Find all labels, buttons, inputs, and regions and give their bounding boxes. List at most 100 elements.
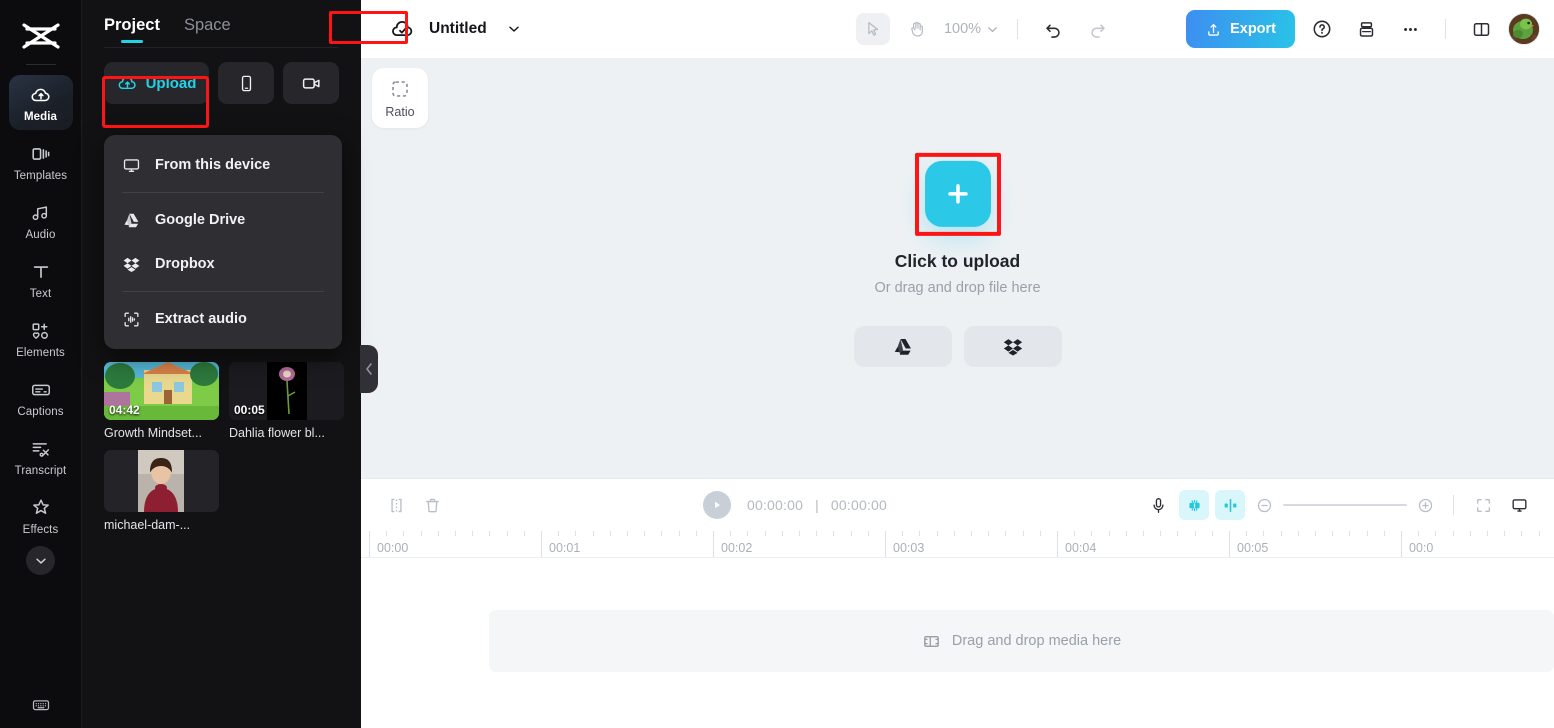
cloud-save-status[interactable] [385,13,419,45]
avatar[interactable] [1508,13,1540,45]
upload-from-phone-button[interactable] [218,62,274,104]
toolbar-divider [1445,19,1446,39]
ruler-minor-tick [695,531,697,536]
dropbox-button[interactable] [963,325,1062,367]
keyboard-shortcuts-button[interactable] [26,690,56,720]
sidebar-item-audio[interactable]: Audio [9,193,73,248]
sidebar-item-templates[interactable]: Templates [9,134,73,189]
delete-button[interactable] [417,490,447,520]
music-note-icon [32,206,47,221]
upload-title: Click to upload [894,250,1021,271]
media-item[interactable]: 00:05 Dahlia flower bl... [229,362,344,440]
dropdown-divider [122,291,324,292]
undo-icon [1045,24,1060,38]
timeline-divider [1453,495,1454,515]
ruler-major-tick [1229,531,1230,557]
current-time: 00:00:00 [746,497,804,513]
media-thumbnail: 00:05 [229,362,344,420]
media-item-label: Dahlia flower bl... [229,426,325,440]
sidebar-item-effects[interactable]: Effects [9,488,73,543]
sidebar-item-text[interactable]: Text [9,252,73,307]
timeline-dropzone-label: Drag and drop media here [951,633,1122,649]
ruler-minor-tick [1263,531,1265,536]
panel-toggle-button[interactable] [1464,13,1498,45]
ruler-minor-tick [1177,531,1179,536]
tab-space[interactable]: Space [184,16,231,47]
time-separator: | [815,497,819,513]
undo-button[interactable] [1036,13,1070,45]
ruler-minor-tick [1487,531,1488,536]
capcut-logo-icon [17,16,65,56]
zoom-level-control[interactable]: 100% [944,21,999,37]
dropdown-item-google-drive[interactable]: Google Drive [104,198,342,242]
more-options-button[interactable] [1393,13,1427,45]
timeline-zoom-slider[interactable] [1255,496,1435,515]
tab-project[interactable]: Project [104,16,160,47]
ruler-major-tick [369,531,370,557]
audio-mixer-button[interactable] [1179,490,1209,520]
ruler-minor-tick [1280,531,1282,536]
ratio-button[interactable]: Ratio [372,68,428,128]
export-button[interactable]: Export [1186,10,1295,48]
ruler-minor-tick [1194,531,1196,536]
ruler-minor-tick [523,531,525,536]
ruler-major-tick [1401,531,1402,557]
minus-circle-icon [1257,498,1272,512]
media-duration: 04:42 [109,403,140,417]
ruler-label: 00:02 [721,541,753,555]
rail-expand-button[interactable] [26,546,55,575]
zoom-slider-track[interactable] [1283,504,1407,506]
plus-button-wrapper [914,152,1001,236]
play-button[interactable] [702,491,731,519]
layers-button[interactable] [1349,13,1383,45]
timeline-dropzone[interactable]: Drag and drop media here [489,610,1554,672]
ruler-minor-tick [1315,531,1316,536]
upload-subtitle: Or drag and drop file here [874,279,1041,296]
timeline-ruler[interactable]: 00:00 00:01 00:02 00:03 00:04 00:05 00:0 [361,531,1554,558]
record-video-button[interactable] [283,62,339,104]
sidebar-item-label: Elements [16,347,65,359]
upload-button[interactable]: Upload [104,62,209,104]
project-menu-button[interactable] [497,13,531,45]
sidebar-item-captions[interactable]: Captions [9,370,73,425]
dropdown-item-extract-audio[interactable]: Extract audio [104,297,342,341]
plus-upload-button[interactable] [924,160,991,227]
dropdown-item-from-this-device[interactable]: From this device [104,143,342,187]
video-camera-icon [302,77,320,89]
ruler-minor-tick [506,531,508,536]
sidebar-item-media[interactable]: Media [8,75,73,130]
google-drive-icon [124,213,139,227]
sidebar-item-transcript[interactable]: Transcript [9,429,73,484]
ruler-minor-tick [1143,531,1144,536]
media-item-label: michael-dam-... [104,518,191,532]
redo-icon [1090,24,1105,38]
help-button[interactable] [1305,13,1339,45]
ruler-minor-tick [1332,531,1334,536]
ruler-minor-tick [1383,531,1385,536]
fit-to-screen-button[interactable] [1468,490,1498,520]
ruler-minor-tick [1091,531,1093,536]
trash-icon [425,498,439,512]
waveform-button[interactable] [1215,490,1245,520]
record-voiceover-button[interactable] [1143,490,1173,520]
ruler-minor-tick [1246,531,1248,536]
ruler-minor-tick [764,531,766,536]
audio-mixer-icon [1188,499,1200,511]
dropdown-item-dropbox[interactable]: Dropbox [104,242,342,286]
upload-source-dropdown: From this device Google Drive Dropbox Ex… [104,135,342,349]
media-item[interactable]: 04:42 Growth Mindset... [104,362,219,440]
sidebar-item-label: Media [23,111,58,123]
hand-tool-button[interactable] [900,13,934,45]
timeline: 00:00:00 | 00:00:00 00:00 00:01 00:02 00… [361,478,1554,728]
chevron-left-icon [366,363,372,375]
split-clip-button[interactable] [381,490,411,520]
text-t-icon [33,266,48,278]
media-item[interactable]: michael-dam-... [104,450,219,532]
google-drive-button[interactable] [853,325,952,367]
left-nav-rail: Media Templates Audio Text Elements Capt… [0,0,82,728]
sidebar-item-elements[interactable]: Elements [9,311,73,366]
cursor-tool-button[interactable] [855,13,890,45]
preview-window-button[interactable] [1504,490,1534,520]
panel-collapse-handle[interactable] [360,345,378,393]
redo-button[interactable] [1080,13,1114,45]
